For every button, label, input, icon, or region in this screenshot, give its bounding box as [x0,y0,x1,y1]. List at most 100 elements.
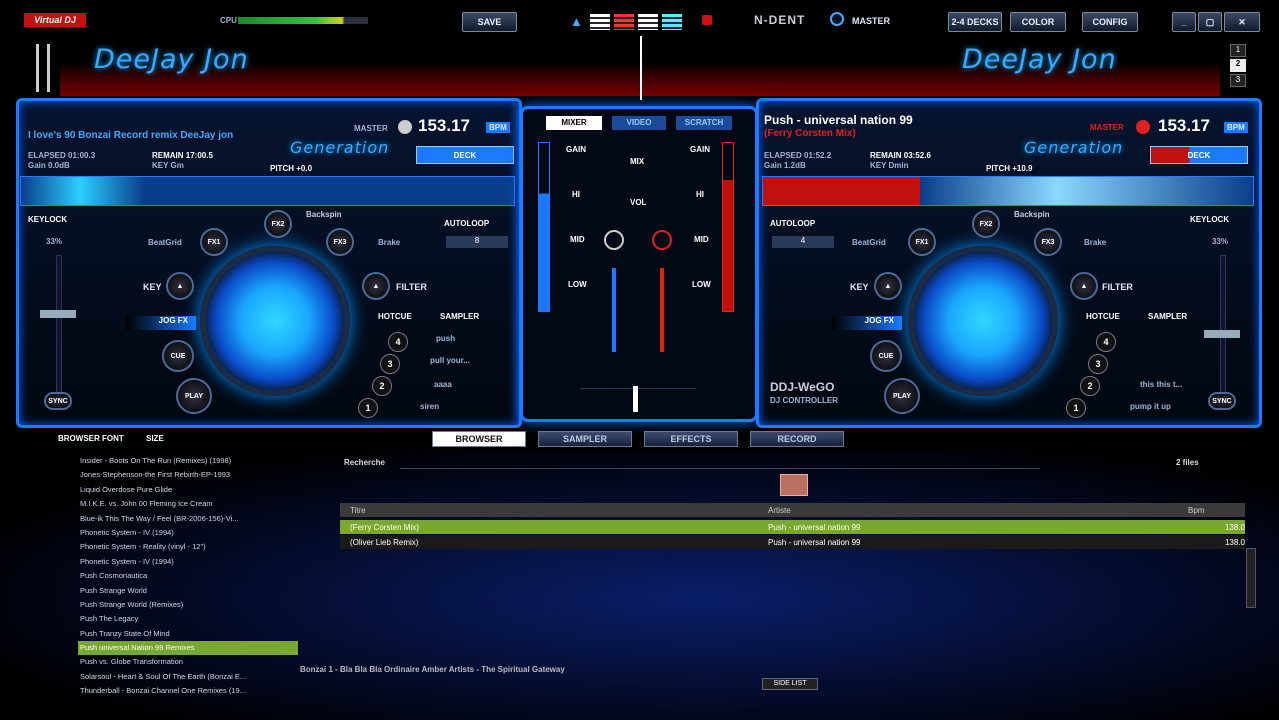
right-fx3-button[interactable]: FX3 [1034,228,1062,256]
folder-item[interactable]: Push Strange World [78,584,298,598]
left-cue-button[interactable]: CUE [162,340,194,372]
layout-presets[interactable] [590,14,690,32]
left-sample-2[interactable]: pull your... [430,356,470,365]
folder-item-selected[interactable]: Push universal Nation 99 Remixes [78,641,298,656]
tab-sampler[interactable]: SAMPLER [538,431,632,447]
save-button[interactable]: SAVE [462,12,517,32]
left-hotcue-1[interactable]: 1 [358,398,378,418]
folder-item[interactable]: Phonetic System - Reality (vinyl - 12") [78,540,298,554]
headphone-left-icon[interactable] [604,230,624,250]
right-keylock-label[interactable]: KEYLOCK [1190,215,1229,224]
left-sample-4[interactable]: siren [420,402,439,411]
right-deck-switch[interactable]: DECK [1150,146,1248,164]
right-waveform[interactable] [762,176,1254,206]
left-sample-3[interactable]: aaaa [434,380,452,389]
layout-4-icon[interactable] [662,14,682,30]
right-brake-label[interactable]: Brake [1084,238,1106,247]
right-hotcue-1[interactable]: 1 [1066,398,1086,418]
col-artist[interactable]: Artiste [768,506,1188,515]
font-size-control[interactable]: SIZE [146,434,164,443]
right-jogfx-button[interactable]: JOG FX [832,316,902,330]
right-channel-fader[interactable] [660,268,664,352]
left-sample-1[interactable]: push [436,334,455,343]
maximize-button[interactable]: ▢ [1198,12,1222,32]
deck-selector[interactable]: 1 2 3 [1230,44,1246,87]
right-fx1-button[interactable]: FX1 [908,228,936,256]
col-bpm[interactable]: Bpm [1188,506,1245,515]
right-beatgrid-label[interactable]: BeatGrid [852,238,886,247]
folder-item[interactable]: Push vs. Globe Transformation [78,655,298,669]
left-key-knob[interactable]: ▲ [166,272,194,300]
mixer-tab-video[interactable]: VIDEO [612,116,666,130]
folder-item[interactable]: Blue-ik This The Way / Feel (BR-2006-156… [78,512,298,526]
left-fx1-button[interactable]: FX1 [200,228,228,256]
right-sample-2[interactable]: pump it up [1130,402,1171,411]
folder-item[interactable]: Push Cosmonautica [78,569,298,583]
config-button[interactable]: CONFIG [1082,12,1138,32]
right-filter-knob[interactable]: ▲ [1070,272,1098,300]
headphone-right-icon[interactable] [652,230,672,250]
right-hotcue-4[interactable]: 4 [1096,332,1116,352]
left-fx3-button[interactable]: FX3 [326,228,354,256]
track-row[interactable]: (Ferry Corsten Mix) Push - universal nat… [340,520,1245,534]
mixer-tab-scratch[interactable]: SCRATCH [676,116,732,130]
left-pitch-handle[interactable] [40,310,76,318]
left-brake-label[interactable]: Brake [378,238,400,247]
deck-1-button[interactable]: 1 [1230,44,1246,57]
decks-button[interactable]: 2-4 DECKS [948,12,1002,32]
left-autoloop-label[interactable]: AUTOLOOP [444,219,489,228]
folder-item[interactable]: Push Strange World (Remixes) [78,598,298,612]
right-sync-button[interactable]: SYNC [1208,392,1236,410]
folder-item[interactable]: Phonetic System - IV (1994) [78,526,298,540]
right-play-button[interactable]: PLAY [884,378,920,414]
crossfader-handle[interactable] [633,386,638,412]
search-input[interactable] [400,455,1040,469]
eject-icon[interactable]: ▲ [570,14,583,29]
folder-list[interactable]: Insider - Boots On The Run (Remixes) (19… [78,454,298,699]
left-waveform[interactable] [20,176,515,206]
left-keylock-label[interactable]: KEYLOCK [28,215,67,224]
right-fx2-button[interactable]: FX2 [972,210,1000,238]
close-button[interactable]: ✕ [1224,12,1260,32]
master-knob-icon[interactable] [830,12,844,26]
left-filter-knob[interactable]: ▲ [362,272,390,300]
left-beatgrid-label[interactable]: BeatGrid [148,238,182,247]
folder-item[interactable]: Push Tranzy State Of Mind [78,627,298,641]
left-hotcue-2[interactable]: 2 [372,376,392,396]
record-icon[interactable] [702,15,712,25]
right-jog-wheel[interactable] [908,246,1058,396]
left-channel-fader[interactable] [612,268,616,352]
left-hotcue-4[interactable]: 4 [388,332,408,352]
tab-browser[interactable]: BROWSER [432,431,526,447]
right-autoloop-value[interactable]: 4 [772,236,834,248]
column-headers[interactable]: Titre Artiste Bpm [340,503,1245,517]
layout-2-icon[interactable] [614,14,634,30]
right-pitch-handle[interactable] [1204,330,1240,338]
col-title[interactable]: Titre [340,506,768,515]
crossfader[interactable] [580,388,696,412]
track-row[interactable]: (Oliver Lieb Remix) Push - universal nat… [340,535,1245,549]
layout-1-icon[interactable] [590,14,610,30]
tab-effects[interactable]: EFFECTS [644,431,738,447]
right-hotcue-3[interactable]: 3 [1088,354,1108,374]
left-fx2-button[interactable]: FX2 [264,210,292,238]
folder-item[interactable]: M.I.K.E. vs. John 00 Fleming Ice Cream [78,497,298,511]
right-cue-button[interactable]: CUE [870,340,902,372]
left-pitch-slider[interactable] [56,255,62,395]
right-key-knob[interactable]: ▲ [874,272,902,300]
folder-item[interactable]: Thunderball - Bonzai Channel One Remixes… [78,684,298,698]
browser-scrollbar[interactable] [1246,548,1256,608]
left-deck-switch[interactable]: DECK [416,146,514,164]
left-autoloop-value[interactable]: 8 [446,236,508,248]
color-button[interactable]: COLOR [1010,12,1066,32]
folder-item[interactable]: Solarsoul - Heart & Soul Of The Earth (B… [78,670,298,684]
right-pitch-slider[interactable] [1220,255,1226,395]
layout-3-icon[interactable] [638,14,658,30]
left-hotcue-3[interactable]: 3 [380,354,400,374]
folder-item[interactable]: Liquid Overdose Pure Glide [78,483,298,497]
minimize-button[interactable]: _ [1172,12,1196,32]
mixer-tab-mixer[interactable]: MIXER [546,116,602,130]
deck-3-button[interactable]: 3 [1230,74,1246,87]
left-play-button[interactable]: PLAY [176,378,212,414]
folder-item[interactable]: Phonetic System - IV (1994) [78,555,298,569]
